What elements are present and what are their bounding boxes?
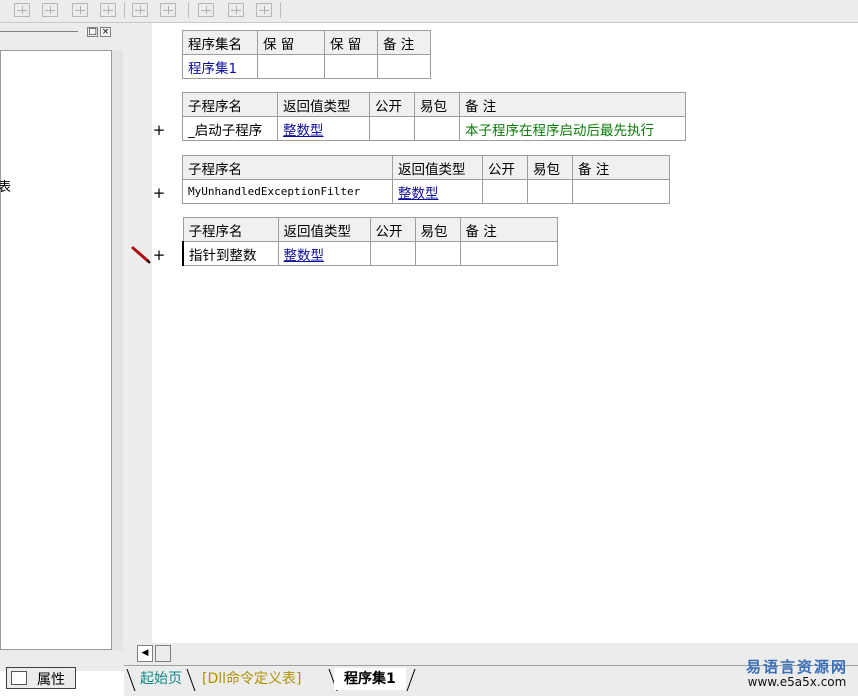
toolbar-layout-icon[interactable] — [14, 3, 30, 17]
toolbar-layout-icon[interactable] — [228, 3, 244, 17]
expand-toggle[interactable]: + — [152, 186, 166, 201]
program-set-name-cell[interactable]: 程序集1 — [182, 54, 258, 79]
subroutine-table: 子程序名 返回值类型 公开 易包 备 注 MyUnhandledExceptio… — [182, 155, 670, 204]
easy-pack-cell[interactable] — [414, 116, 460, 141]
program-set-table: 程序集名 保 留 保 留 备 注 程序集1 — [182, 30, 431, 79]
toolbar-layout-icon[interactable] — [100, 3, 116, 17]
toolbar-layout-icon[interactable] — [198, 3, 214, 17]
header-cell: 备 注 — [572, 155, 670, 180]
properties-label: 属性 — [37, 672, 65, 688]
header-cell: 备 注 — [459, 217, 558, 242]
header-cell: 公开 — [482, 155, 528, 180]
subroutine-name-cell[interactable]: MyUnhandledExceptionFilter — [182, 179, 393, 204]
header-cell: 返回值类型 — [277, 92, 370, 117]
code-gutter — [124, 23, 152, 643]
toolbar-layout-icon[interactable] — [42, 3, 58, 17]
header-cell: 备 注 — [377, 30, 431, 55]
brand-watermark: 易语言资源网 www.e5a5x.com — [746, 656, 848, 689]
return-type-cell[interactable]: 整数型 — [392, 179, 483, 204]
toolbar-separator — [280, 2, 281, 18]
scroll-left-icon[interactable]: ◀ — [137, 645, 153, 662]
subroutine-name-cell[interactable]: _启动子程序 — [182, 116, 278, 141]
toolbar-layout-icon[interactable] — [132, 3, 148, 17]
left-panel-scrollbar[interactable] — [112, 50, 123, 650]
toolbar-layout-icon[interactable] — [160, 3, 176, 17]
header-cell: 公开 — [369, 92, 415, 117]
toolbar-separator — [124, 2, 125, 18]
header-cell: 易包 — [414, 92, 460, 117]
properties-icon — [11, 671, 27, 685]
subroutine-name-cell[interactable]: 指针到整数 — [182, 241, 279, 266]
brand-name: 易语言资源网 — [745, 658, 848, 676]
remark-cell[interactable] — [572, 179, 670, 204]
public-cell[interactable] — [482, 179, 528, 204]
header-cell: 返回值类型 — [277, 217, 371, 242]
tab-divider — [406, 669, 416, 691]
header-cell: 子程序名 — [182, 217, 279, 242]
tab-program-set[interactable]: 程序集1 — [334, 668, 406, 690]
code-editor[interactable]: 程序集名 保 留 保 留 备 注 程序集1 + 子程序名 返回值类型 公开 易包… — [152, 23, 858, 643]
remark-cell[interactable] — [377, 54, 431, 79]
header-cell: 子程序名 — [182, 92, 278, 117]
scroll-track[interactable] — [155, 645, 171, 662]
header-cell: 保 留 — [324, 30, 378, 55]
brand-url: www.e5a5x.com — [747, 675, 847, 689]
reserved-cell[interactable] — [324, 54, 378, 79]
toolbar — [0, 0, 858, 23]
truncated-label: 表 — [0, 180, 12, 195]
left-panel-content: 表 — [0, 50, 112, 650]
header-cell: 公开 — [369, 217, 416, 242]
tab-dll-commands[interactable]: [Dll命令定义表] — [192, 668, 311, 690]
public-cell[interactable] — [369, 241, 416, 266]
left-panel: □ × 表 — [0, 23, 124, 671]
close-button[interactable]: × — [100, 27, 111, 37]
header-cell: 子程序名 — [182, 155, 393, 180]
easy-pack-cell[interactable] — [414, 241, 461, 266]
header-cell: 备 注 — [459, 92, 686, 117]
toolbar-layout-icon[interactable] — [256, 3, 272, 17]
left-panel-header: □ × — [0, 25, 118, 39]
header-cell: 保 留 — [257, 30, 325, 55]
public-cell[interactable] — [369, 116, 415, 141]
pencil-icon — [131, 246, 151, 264]
remark-cell[interactable] — [459, 241, 558, 266]
header-cell: 程序集名 — [182, 30, 258, 55]
return-type-cell[interactable]: 整数型 — [277, 241, 371, 266]
toolbar-separator — [188, 2, 189, 18]
expand-toggle[interactable]: + — [152, 248, 166, 263]
properties-tab[interactable]: 属性 — [6, 667, 76, 689]
header-cell: 返回值类型 — [392, 155, 483, 180]
header-rule — [0, 31, 78, 32]
return-type-cell[interactable]: 整数型 — [277, 116, 370, 141]
subroutine-table: 子程序名 返回值类型 公开 易包 备 注 指针到整数 整数型 — [182, 217, 558, 266]
toolbar-layout-icon[interactable] — [72, 3, 88, 17]
header-cell: 易包 — [414, 217, 461, 242]
restore-button[interactable]: □ — [87, 27, 98, 37]
expand-toggle[interactable]: + — [152, 123, 166, 138]
reserved-cell[interactable] — [257, 54, 325, 79]
remark-cell[interactable]: 本子程序在程序启动后最先执行 — [459, 116, 686, 141]
subroutine-table: 子程序名 返回值类型 公开 易包 备 注 _启动子程序 整数型 本子程序在程序启… — [182, 92, 686, 141]
easy-pack-cell[interactable] — [527, 179, 573, 204]
header-cell: 易包 — [527, 155, 573, 180]
tab-start-page[interactable]: 起始页 — [130, 668, 192, 690]
